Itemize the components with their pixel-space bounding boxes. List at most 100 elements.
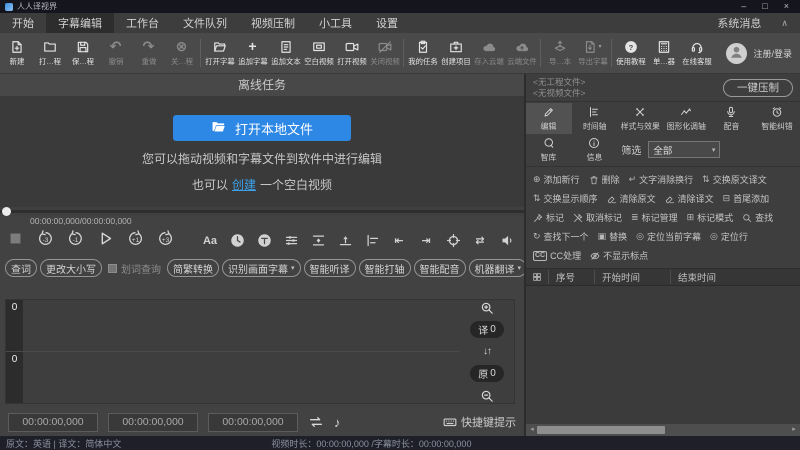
toolbar-plus-big-button[interactable]: +追加字幕 xyxy=(236,39,269,67)
action-2-0-pin[interactable]: 标记 xyxy=(533,211,564,224)
toolbar-save-button[interactable]: 保…程 xyxy=(66,39,99,67)
feature-button-6[interactable]: 智能打轴 xyxy=(359,259,411,277)
timeline-handle[interactable] xyxy=(2,207,11,216)
stop-button[interactable] xyxy=(7,232,24,249)
toolbar-folder-button[interactable]: 打…程 xyxy=(33,39,66,67)
translation-editor[interactable] xyxy=(23,300,460,351)
toolbar-folder-open-button[interactable]: 打开字幕 xyxy=(203,39,236,67)
video-drop-area[interactable]: 打开本地文件 您可以拖动视频和字幕文件到软件中进行编辑 也可以创建一个空白视频 xyxy=(0,97,524,207)
panel-tab-pencil[interactable]: 编辑 xyxy=(526,103,572,134)
end-time-field[interactable] xyxy=(108,413,198,432)
toolbar-case-plus-button[interactable]: 创建项目 xyxy=(439,39,472,67)
original-editor[interactable] xyxy=(23,352,460,403)
forward-1s-button[interactable]: +1 xyxy=(127,232,144,249)
playback-timeline[interactable] xyxy=(0,207,524,216)
avatar[interactable] xyxy=(726,43,747,64)
action-0-2-linebreak[interactable]: ↵文字消除换行 xyxy=(629,173,694,186)
action-4-0-cc[interactable]: CCCC处理 xyxy=(533,249,581,262)
panel-tab-timeline[interactable]: 时间轴 xyxy=(572,103,618,134)
subtitle-table-body[interactable] xyxy=(526,286,800,424)
action-1-1-eraser[interactable]: 清除原文 xyxy=(607,192,656,205)
action-0-3-swap-v[interactable]: ⇅交换原文译文 xyxy=(702,173,767,186)
feature-button-3[interactable]: 简繁转换 xyxy=(167,259,219,277)
action-1-0-swap-v[interactable]: ⇅交换显示顺序 xyxy=(533,192,598,205)
scroll-right-icon[interactable]: ▸ xyxy=(789,424,799,436)
feature-button-0[interactable]: 查词 xyxy=(5,259,37,277)
panel-tab-qlib[interactable]: 智库 xyxy=(526,134,572,165)
action-3-2-locate[interactable]: ◎定位当前字幕 xyxy=(636,230,701,243)
toolbar-camera-button[interactable]: 打开视频 xyxy=(335,39,368,67)
rewind-3s-button[interactable]: -3 xyxy=(37,232,54,249)
forward-3s-button[interactable]: +3 xyxy=(157,232,174,249)
sort-arrows-icon[interactable]: ↓↑ xyxy=(483,344,491,359)
toolbar-headset-button[interactable]: 在线客服 xyxy=(680,39,713,67)
feature-button-7[interactable]: 智能配音 xyxy=(414,259,466,277)
play-button[interactable] xyxy=(97,232,114,249)
action-1-3-head-tail[interactable]: ⊟首尾添加 xyxy=(723,192,770,205)
menu-item-0[interactable]: 开始 xyxy=(0,13,46,33)
create-blank-video-link[interactable]: 创建 xyxy=(232,178,256,192)
feature-button-1[interactable]: 更改大小写 xyxy=(40,259,102,277)
toolbar-clipboard-button[interactable]: 我的任务 xyxy=(406,39,439,67)
feature-button-5[interactable]: 智能听译 xyxy=(304,259,356,277)
menu-item-5[interactable]: 小工具 xyxy=(307,13,364,33)
word-lookup-checkbox[interactable]: 划词查询 xyxy=(108,261,161,276)
duration-clock-icon[interactable] xyxy=(229,233,245,249)
feature-button-8[interactable]: 机器翻译▾ xyxy=(469,259,528,277)
scrollbar-thumb[interactable] xyxy=(537,426,665,434)
action-0-1-trash[interactable]: 删除 xyxy=(589,173,620,186)
rewind-1s-button[interactable]: -1 xyxy=(67,232,84,249)
menu-item-1[interactable]: 字幕编辑 xyxy=(46,13,114,33)
action-2-3-mark-mode[interactable]: ⊞标记模式 xyxy=(687,211,734,224)
font-style-icon[interactable]: Aa xyxy=(202,233,218,249)
action-4-1-eye-off[interactable]: 不显示标点 xyxy=(590,249,648,262)
action-2-2-mark-list[interactable]: ≣标记管理 xyxy=(631,211,678,224)
start-time-field[interactable] xyxy=(8,413,98,432)
maximize-button[interactable]: □ xyxy=(762,0,767,13)
menu-item-3[interactable]: 文件队列 xyxy=(171,13,239,33)
close-button[interactable]: × xyxy=(784,0,789,13)
align-left-icon[interactable] xyxy=(364,233,380,249)
toolbar-help-button[interactable]: ?使用教程 xyxy=(614,39,647,67)
action-2-4-magnifier[interactable]: 查找 xyxy=(742,211,773,224)
chevron-up-icon[interactable]: ∧ xyxy=(781,18,788,29)
toolbar-doc-text-button[interactable]: 追加文本 xyxy=(269,39,302,67)
horizontal-scrollbar[interactable]: ◂ ▸ xyxy=(526,424,800,436)
music-note-icon[interactable]: ♪ xyxy=(334,415,341,430)
zoom-in-icon[interactable] xyxy=(480,300,494,315)
adjust-sliders-icon[interactable] xyxy=(283,233,299,249)
panel-tab-info[interactable]: 信息 xyxy=(572,134,618,165)
swap-lines-icon[interactable]: ⇄ xyxy=(472,233,488,249)
action-0-0-add[interactable]: ⊕添加新行 xyxy=(533,173,580,186)
jump-end-icon[interactable]: ⇥ xyxy=(418,233,434,249)
menu-item-4[interactable]: 视频压制 xyxy=(239,13,307,33)
login-link[interactable]: 注册/登录 xyxy=(753,47,792,60)
action-3-0-find-next[interactable]: ↻查找下一个 xyxy=(533,230,589,243)
menu-item-2[interactable]: 工作台 xyxy=(114,13,171,33)
filter-select[interactable]: 全部 ▾ xyxy=(648,141,720,158)
open-local-file-button[interactable]: 打开本地文件 xyxy=(173,115,351,141)
zoom-out-icon[interactable] xyxy=(480,388,494,403)
panel-tab-alarm[interactable]: 智能纠错 xyxy=(754,103,800,134)
jump-start-icon[interactable]: ⇤ xyxy=(391,233,407,249)
duration-time-field[interactable] xyxy=(208,413,298,432)
panel-tab-mic[interactable]: 配音 xyxy=(709,103,755,134)
minimize-button[interactable]: – xyxy=(741,0,746,13)
scroll-left-icon[interactable]: ◂ xyxy=(527,424,537,436)
panel-tab-graph[interactable]: 图形化调轴 xyxy=(663,103,709,134)
toolbar-calculator-button[interactable]: 单…器 xyxy=(647,39,680,67)
one-key-compress-button[interactable]: 一键压制 xyxy=(723,79,793,97)
action-1-2-eraser[interactable]: 清除译文 xyxy=(665,192,714,205)
action-3-1-replace[interactable]: ▣替换 xyxy=(598,230,628,243)
merge-center-icon[interactable] xyxy=(310,233,326,249)
action-3-3-locate[interactable]: ◎定位行 xyxy=(710,230,748,243)
locate-target-icon[interactable] xyxy=(445,233,461,249)
feature-button-4[interactable]: 识别画面字幕▾ xyxy=(222,259,301,277)
subtitle-text-icon[interactable] xyxy=(256,233,272,249)
shortcut-hint-button[interactable]: 快捷键提示 xyxy=(443,414,516,430)
grid-icon[interactable] xyxy=(526,272,548,282)
panel-tab-styles[interactable]: 样式与效果 xyxy=(617,103,663,134)
toolbar-doc-new-button[interactable]: 新建 xyxy=(0,39,33,67)
merge-bottom-icon[interactable] xyxy=(337,233,353,249)
action-2-1-pin-off[interactable]: 取消标记 xyxy=(573,211,622,224)
